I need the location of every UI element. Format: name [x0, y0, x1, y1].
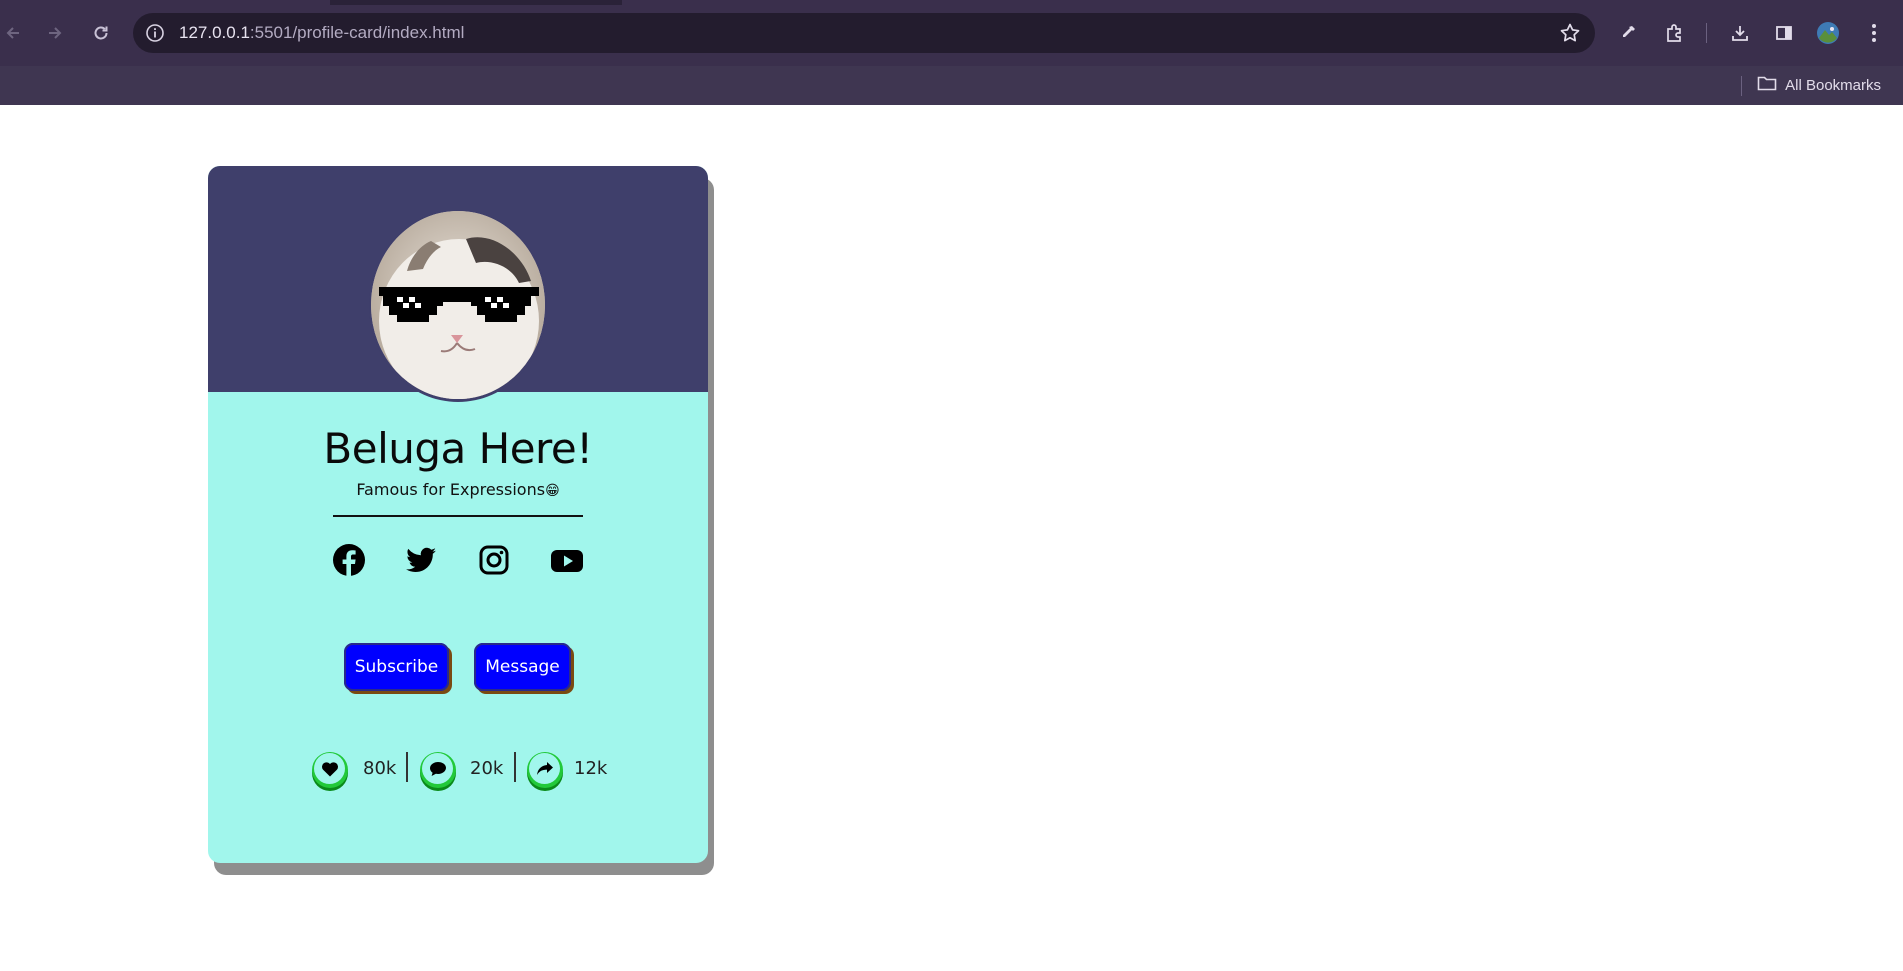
- eyedropper-icon[interactable]: [1615, 20, 1641, 46]
- all-bookmarks-button[interactable]: All Bookmarks: [1757, 75, 1881, 95]
- reload-icon[interactable]: [88, 20, 114, 46]
- bookmarks-bar: All Bookmarks: [0, 66, 1903, 105]
- url-path: :5501/profile-card/index.html: [249, 23, 465, 42]
- message-button[interactable]: Message: [474, 643, 571, 691]
- comments-button[interactable]: [420, 752, 456, 788]
- likes-count: 80k: [363, 758, 397, 779]
- likes-button[interactable]: [312, 752, 348, 788]
- back-arrow-icon[interactable]: [0, 20, 26, 46]
- site-info-icon[interactable]: [145, 23, 165, 43]
- url-host: 127.0.0.1: [179, 23, 250, 42]
- toolbar-divider: [1706, 23, 1707, 43]
- url-text[interactable]: 127.0.0.1:5501/profile-card/index.html: [179, 23, 464, 43]
- browser-toolbar: 127.0.0.1:5501/profile-card/index.html: [0, 0, 1903, 66]
- more-menu-icon[interactable]: [1861, 20, 1887, 46]
- share-arrow-icon: [529, 753, 560, 784]
- profile-name: Beluga Here!: [323, 424, 593, 473]
- stats-row: 80k 20k 12k: [312, 752, 612, 788]
- profile-tagline: Famous for Expressions😁: [208, 480, 708, 499]
- tab-inactive[interactable]: [622, 0, 1903, 5]
- side-panel-icon[interactable]: [1771, 20, 1797, 46]
- instagram-icon[interactable]: [477, 543, 511, 577]
- profile-card: Beluga Here! Famous for Expressions😁 Sub…: [208, 166, 708, 863]
- tab-strip: [0, 0, 1903, 5]
- subscribe-button[interactable]: Subscribe: [344, 643, 449, 691]
- tab-active[interactable]: [0, 0, 330, 5]
- all-bookmarks-label: All Bookmarks: [1785, 76, 1881, 94]
- stat-divider: [514, 752, 516, 782]
- facebook-icon[interactable]: [332, 543, 366, 577]
- grin-emoji: 😁: [545, 483, 560, 499]
- social-links: [332, 543, 588, 577]
- extensions-puzzle-icon[interactable]: [1661, 20, 1687, 46]
- folder-icon: [1757, 75, 1777, 95]
- avatar: [371, 211, 545, 399]
- comments-count: 20k: [470, 758, 504, 779]
- shares-count: 12k: [574, 758, 608, 779]
- bookmark-star-icon[interactable]: [1559, 22, 1581, 44]
- bookmarks-divider: [1741, 76, 1742, 96]
- forward-arrow-icon[interactable]: [42, 20, 68, 46]
- stat-divider: [406, 752, 408, 782]
- profile-avatar-icon[interactable]: [1815, 20, 1841, 46]
- tagline-text: Famous for Expressions: [356, 480, 546, 499]
- heart-icon: [314, 753, 345, 784]
- share-button[interactable]: [527, 752, 563, 788]
- comment-icon: [422, 753, 453, 784]
- download-icon[interactable]: [1727, 20, 1753, 46]
- divider-line: [333, 515, 583, 517]
- twitter-icon[interactable]: [404, 543, 438, 577]
- youtube-icon[interactable]: [550, 543, 584, 577]
- address-bar[interactable]: 127.0.0.1:5501/profile-card/index.html: [133, 13, 1595, 53]
